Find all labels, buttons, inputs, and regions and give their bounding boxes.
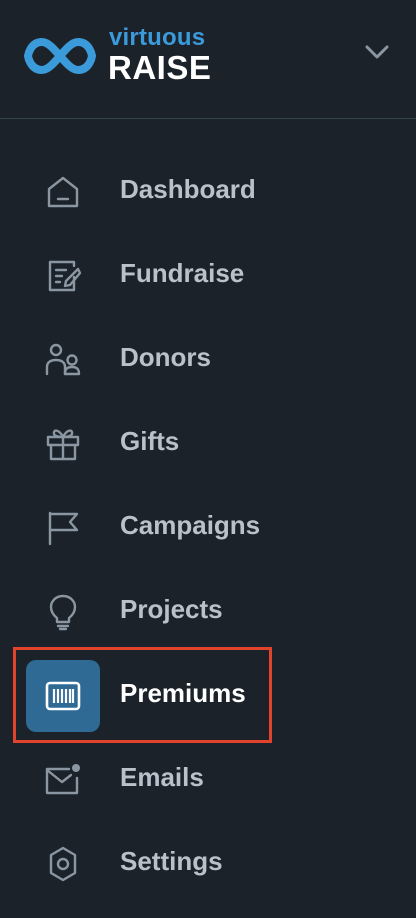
gift-icon	[26, 408, 100, 480]
lightbulb-icon	[26, 576, 100, 648]
gear-icon	[26, 828, 100, 900]
mail-notification-icon	[26, 744, 100, 816]
selection-highlight-box	[13, 647, 272, 743]
flag-icon	[26, 492, 100, 564]
sidebar-item-label: Settings	[120, 846, 223, 876]
virtuous-raise-logo[interactable]: virtuous RAISE	[24, 22, 264, 92]
brand-top-text: virtuous	[109, 24, 206, 51]
sidebar-item-label: Donors	[120, 342, 211, 372]
brand-main-text: RAISE	[108, 49, 212, 86]
sidebar-item-label: Campaigns	[120, 510, 261, 540]
edit-form-icon	[26, 240, 100, 312]
sidebar-item-donors[interactable]: Donors	[0, 318, 416, 402]
sidebar-item-label: Projects	[120, 594, 223, 624]
sidebar-item-gifts[interactable]: Gifts	[0, 402, 416, 486]
chevron-down-icon[interactable]	[364, 42, 390, 62]
infinity-logo-icon	[24, 38, 96, 74]
sidebar-header: virtuous RAISE	[0, 0, 416, 119]
sidebar-item-label: Dashboard	[120, 174, 256, 204]
sidebar-item-settings[interactable]: Settings	[0, 822, 416, 906]
sidebar-item-emails[interactable]: Emails	[0, 738, 416, 822]
sidebar-item-label: Emails	[120, 762, 204, 792]
people-icon	[26, 324, 100, 396]
home-icon	[26, 156, 100, 228]
sidebar-item-dashboard[interactable]: Dashboard	[0, 150, 416, 234]
sidebar-item-label: Gifts	[120, 426, 180, 456]
sidebar-item-campaigns[interactable]: Campaigns	[0, 486, 416, 570]
sidebar-item-projects[interactable]: Projects	[0, 570, 416, 654]
sidebar-item-label: Fundraise	[120, 258, 245, 288]
sidebar-item-fundraise[interactable]: Fundraise	[0, 234, 416, 318]
